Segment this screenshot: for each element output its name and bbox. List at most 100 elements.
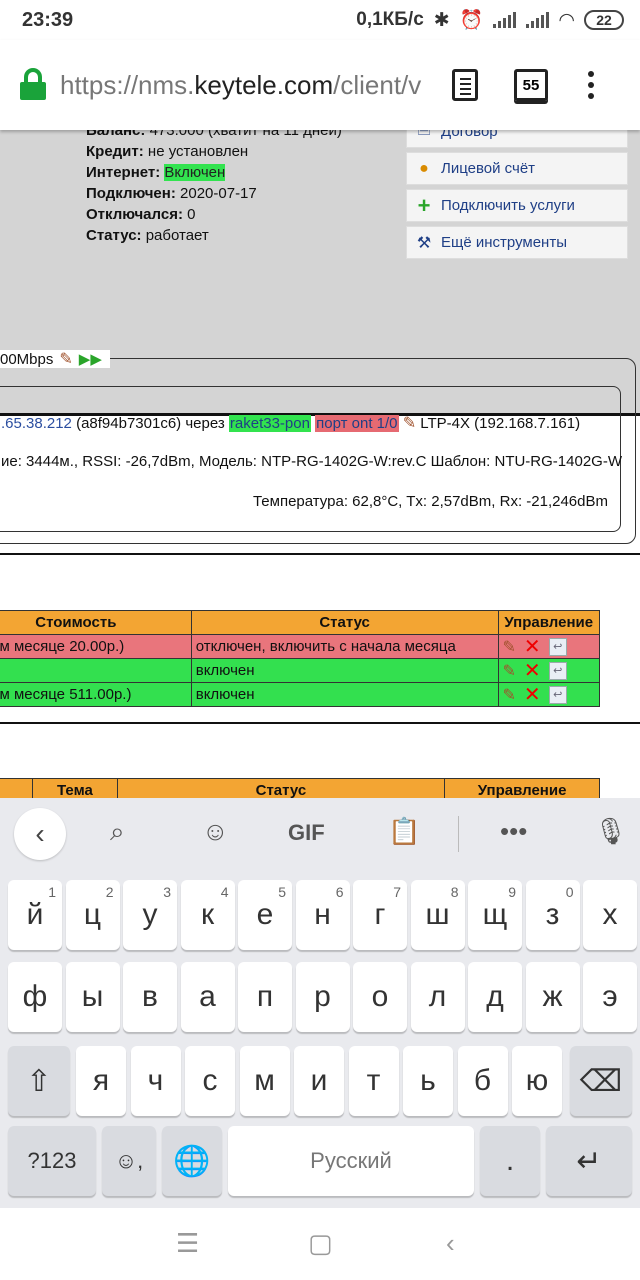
status-icons: 0,1КБ/с ✱ ⏰ ◠ 22 — [356, 8, 624, 32]
delete-icon[interactable]: ✕ — [524, 685, 541, 705]
key-1[interactable]: ц2 — [65, 880, 120, 950]
key-с[interactable]: с — [185, 1046, 235, 1116]
emoji-key[interactable]: ☺, — [102, 1126, 156, 1196]
key-в[interactable]: в — [123, 962, 177, 1032]
history-icon[interactable]: ↩ — [548, 661, 567, 680]
disconnected-row: Отключался: 0 — [86, 206, 196, 223]
connect-services-button[interactable]: + Подключить услуги — [406, 189, 628, 222]
key-ч[interactable]: ч — [130, 1046, 181, 1116]
key-п[interactable]: п — [238, 962, 292, 1032]
onu-link-line: .65.38.212 (a8f94b7301c6) через raket33-… — [1, 415, 581, 432]
tab-switcher-button[interactable]: 55 — [514, 69, 548, 101]
key-а[interactable]: а — [180, 962, 235, 1032]
table-row: . включен ✎✕↩ — [0, 658, 601, 683]
symbols-key[interactable]: ?123 — [8, 1126, 96, 1196]
key-т[interactable]: т — [348, 1046, 399, 1116]
key-э[interactable]: э — [583, 962, 637, 1032]
personal-account-button[interactable]: ● Лицевой счёт — [406, 152, 628, 185]
tools-icon: ⚒ — [416, 234, 432, 252]
delete-icon[interactable]: ✕ — [524, 661, 541, 681]
key-3[interactable]: к4 — [180, 880, 235, 950]
document-icon: 🗎 — [413, 130, 435, 145]
key-4[interactable]: е5 — [238, 880, 292, 950]
port-link[interactable]: порт ont 1/0 — [315, 415, 399, 432]
key-0[interactable]: й1 — [8, 880, 62, 950]
onu-details-line: ие: 3444м., RSSI: -26,7dBm, Модель: NTP-… — [1, 453, 622, 470]
signal-icon-2 — [526, 12, 550, 28]
key-ф[interactable]: ф — [8, 962, 62, 1032]
edit-pencil-icon[interactable]: ✎ — [403, 415, 416, 432]
chevron-left-icon[interactable]: ‹ — [14, 808, 66, 860]
more-options-icon[interactable]: ••• — [500, 816, 527, 847]
key-ж[interactable]: ж — [525, 962, 580, 1032]
gif-button[interactable]: GIF — [288, 820, 325, 846]
screen: 23:39 0,1КБ/с ✱ ⏰ ◠ 22 https://nms.keyte… — [0, 0, 640, 1280]
key-hint: 9 — [508, 884, 516, 900]
backspace-key[interactable]: ⌫ — [570, 1046, 632, 1116]
home-icon[interactable]: ▢ — [308, 1228, 333, 1259]
history-icon[interactable]: ↩ — [548, 685, 567, 704]
delete-icon[interactable]: ✕ — [524, 637, 541, 657]
key-ь[interactable]: ь — [403, 1046, 453, 1116]
key-м[interactable]: м — [239, 1046, 290, 1116]
back-icon[interactable]: ‹ — [446, 1228, 455, 1259]
key-л[interactable]: л — [410, 962, 465, 1032]
fast-forward-icon[interactable]: ▶▶ — [79, 350, 102, 368]
tickets-table: Тема Статус Управление — [0, 778, 600, 798]
key-ы[interactable]: ы — [65, 962, 120, 1032]
enter-key[interactable]: ↵ — [546, 1126, 632, 1196]
credit-row: Кредит: не установлен — [86, 143, 249, 160]
key-р[interactable]: р — [295, 962, 350, 1032]
key-7[interactable]: ш8 — [410, 880, 465, 950]
key-д[interactable]: д — [468, 962, 522, 1032]
more-tools-button[interactable]: ⚒ Ещё инструменты — [406, 226, 628, 259]
period-key[interactable]: . — [480, 1126, 540, 1196]
key-6[interactable]: г7 — [353, 880, 407, 950]
table-row: в этом месяце 511.00р.) включен ✎✕↩ — [0, 682, 601, 707]
key-ю[interactable]: ю — [512, 1046, 562, 1116]
menu-icon[interactable]: ☰ — [176, 1228, 199, 1259]
key-и[interactable]: и — [294, 1046, 344, 1116]
microphone-icon[interactable]: 🎙 — [594, 816, 627, 847]
alarm-icon: ⏰ — [459, 10, 484, 31]
key-9[interactable]: з0 — [525, 880, 580, 950]
clipboard-icon[interactable]: 📋 — [388, 816, 420, 847]
table-header-row: Тема Статус Управление — [0, 778, 600, 798]
more-menu-icon[interactable] — [588, 71, 594, 99]
key-о[interactable]: о — [353, 962, 407, 1032]
reader-mode-icon[interactable] — [452, 69, 478, 101]
edit-pencil-icon[interactable]: ✎ — [503, 637, 516, 657]
edit-pencil-icon[interactable]: ✎ — [59, 349, 72, 369]
table-row: в этом месяце 20.00р.) отключен, включит… — [0, 634, 601, 659]
connected-row: Подключен: 2020-07-17 — [86, 185, 257, 202]
ip-link[interactable]: .65.38.212 — [1, 415, 72, 432]
key-10[interactable]: х — [583, 880, 637, 950]
key-8[interactable]: щ9 — [468, 880, 522, 950]
section-divider — [0, 553, 640, 555]
balance-row: Баланс: 473.000 (хватит на 11 дней) — [86, 130, 342, 139]
sticker-icon[interactable]: ☺ — [202, 816, 229, 847]
key-б[interactable]: б — [457, 1046, 508, 1116]
key-hint: 5 — [278, 884, 286, 900]
internet-status-badge: Включен — [164, 164, 226, 181]
system-nav-bar: ☰ ▢ ‹ — [0, 1208, 640, 1280]
key-hint: 3 — [163, 884, 171, 900]
edit-pencil-icon[interactable]: ✎ — [503, 685, 516, 705]
browser-toolbar: https://nms.keytele.com/client/v 55 — [0, 40, 640, 130]
key-hint: 6 — [335, 884, 344, 900]
key-5[interactable]: н6 — [295, 880, 350, 950]
router-link[interactable]: raket33-pon — [228, 415, 311, 432]
history-icon[interactable]: ↩ — [548, 637, 567, 656]
coins-icon: ● — [419, 159, 429, 177]
contract-button[interactable]: 🗎Договор — [406, 130, 628, 148]
key-hint: 7 — [393, 884, 401, 900]
space-bar[interactable]: Русский — [228, 1126, 474, 1196]
edit-pencil-icon[interactable]: ✎ — [503, 661, 516, 681]
key-2[interactable]: у3 — [123, 880, 177, 950]
key-я[interactable]: я — [76, 1046, 126, 1116]
globe-icon[interactable]: 🌐 — [162, 1126, 222, 1196]
search-icon[interactable]: ⌕ — [110, 816, 125, 848]
shift-key[interactable]: ⇧ — [8, 1046, 70, 1116]
address-bar[interactable]: https://nms.keytele.com/client/v — [60, 70, 436, 101]
key-hint: 4 — [220, 884, 229, 900]
